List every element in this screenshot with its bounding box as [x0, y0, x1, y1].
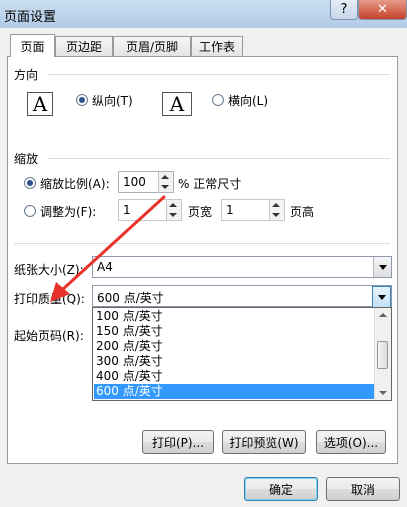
tab-page[interactable]: 页面 [10, 34, 55, 57]
annotation-arrow [50, 195, 166, 302]
